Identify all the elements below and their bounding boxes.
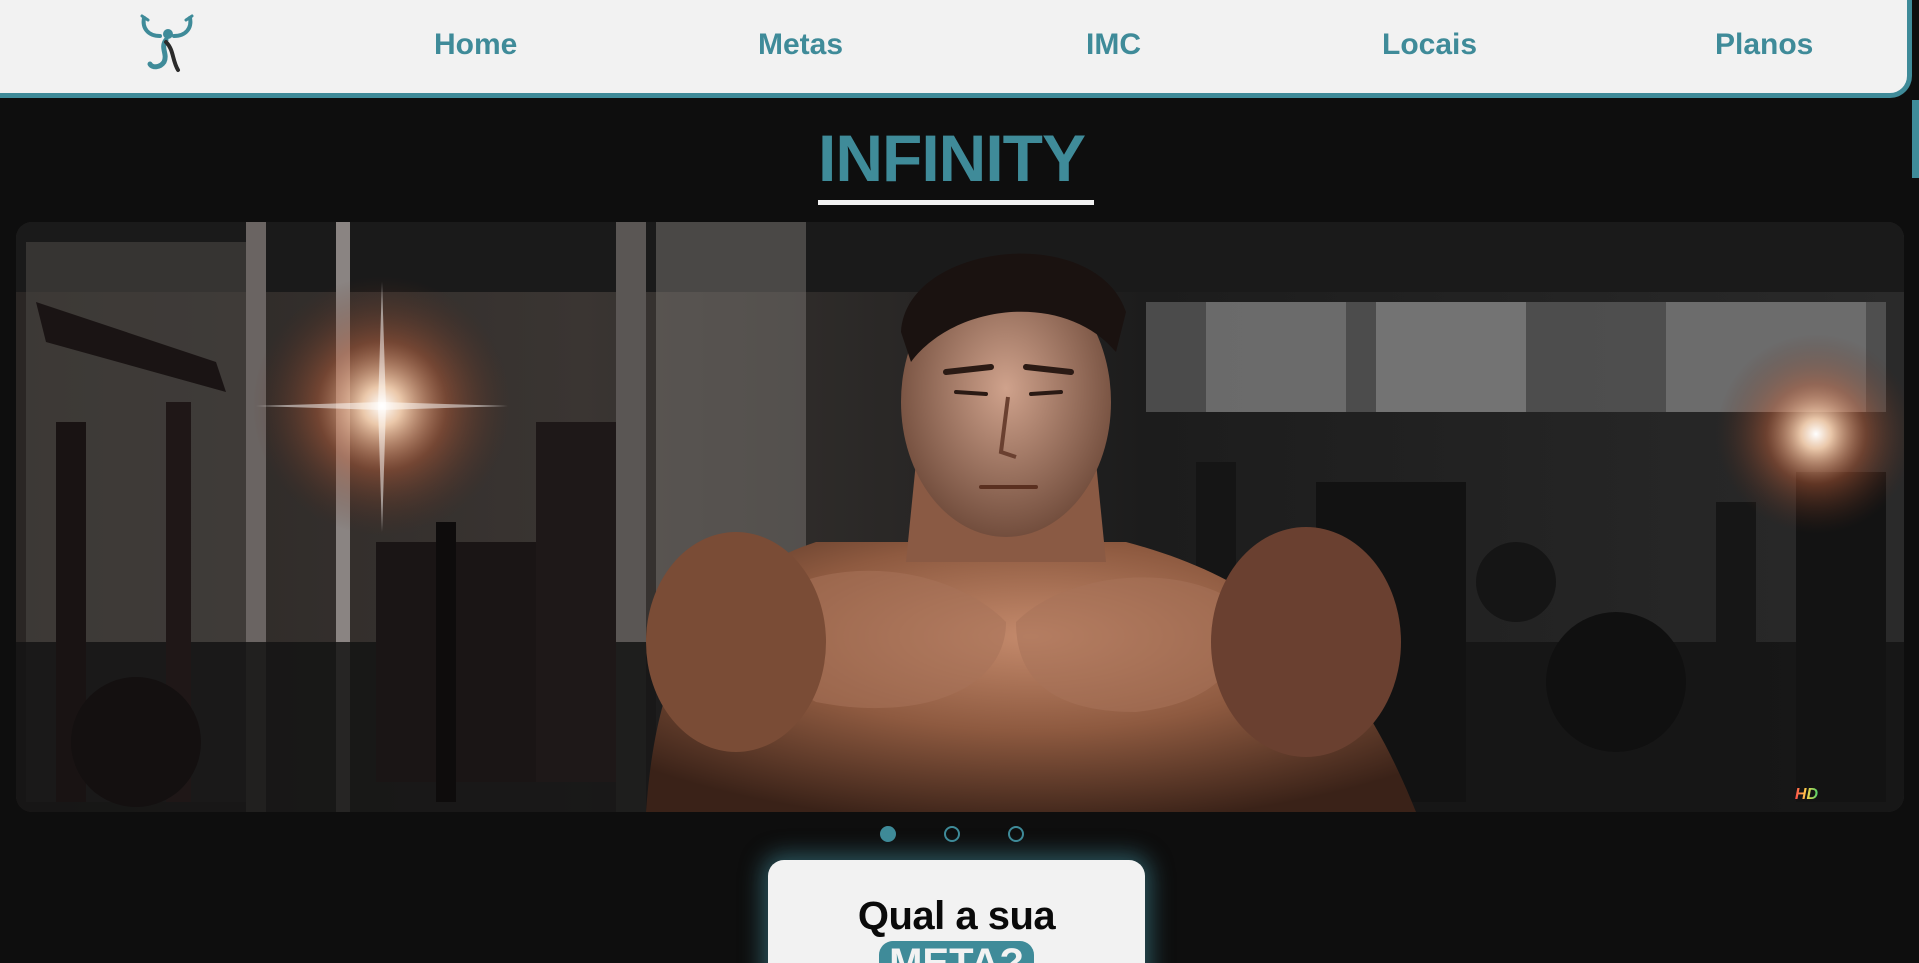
- site-title: INFINITY: [818, 121, 1086, 195]
- carousel-dot-2[interactable]: [944, 826, 960, 842]
- nav-link-imc[interactable]: IMC: [1086, 28, 1141, 62]
- carousel-indicators: [880, 826, 1024, 842]
- title-underline: [818, 200, 1094, 205]
- nav-link-metas[interactable]: Metas: [758, 28, 843, 62]
- carousel-dot-1[interactable]: [880, 826, 896, 842]
- carousel-dot-3[interactable]: [1008, 826, 1024, 842]
- hero-carousel-slide[interactable]: HD: [16, 222, 1904, 812]
- nav-link-planos[interactable]: Planos: [1715, 28, 1813, 62]
- scrollbar-thumb[interactable]: [1912, 100, 1919, 178]
- cta-meta-button[interactable]: META?: [879, 941, 1034, 963]
- goal-cta-card: Qual a sua META?: [768, 860, 1145, 963]
- hd-watermark: HD: [1794, 786, 1818, 803]
- nav-link-locais[interactable]: Locais: [1382, 28, 1477, 62]
- top-navbar: Home Metas IMC Locais Planos: [0, 0, 1912, 98]
- gym-bodybuilder-photo: [16, 222, 1904, 812]
- nav-link-home[interactable]: Home: [434, 28, 517, 62]
- fitness-figure-logo-icon[interactable]: [138, 12, 196, 74]
- cta-heading: Qual a sua: [857, 894, 1056, 938]
